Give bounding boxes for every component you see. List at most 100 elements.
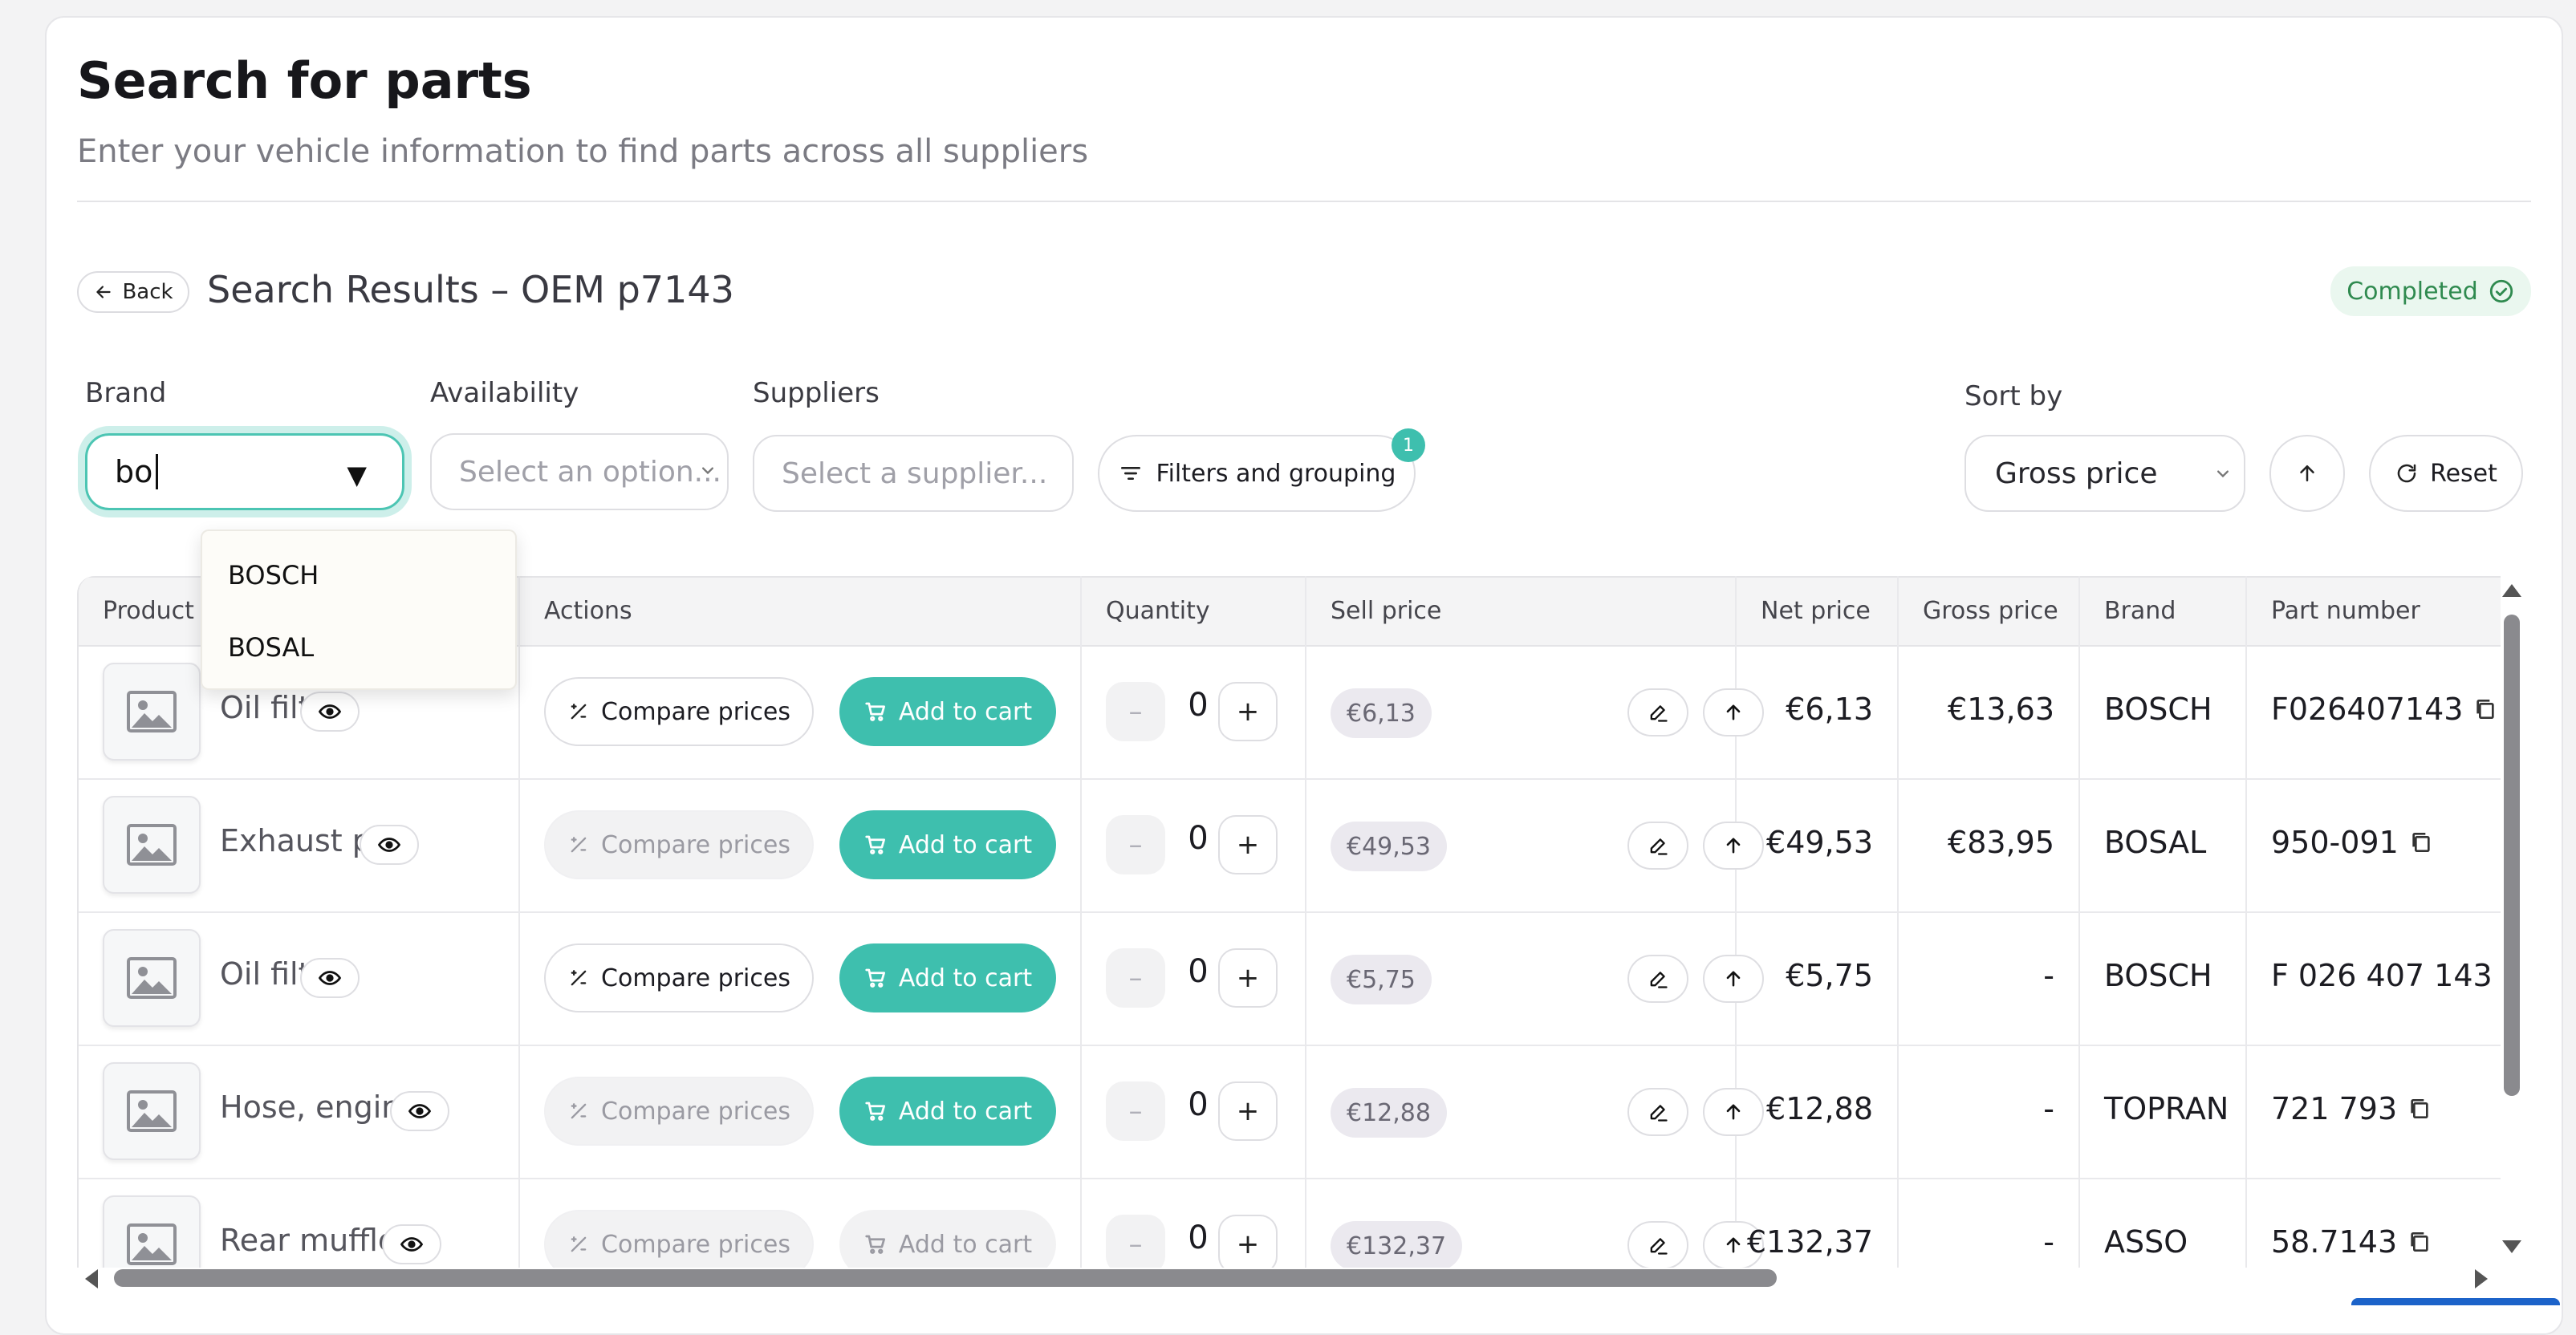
product-thumbnail[interactable]	[103, 663, 201, 761]
arrow-up-icon	[1726, 971, 1741, 987]
brand-name: BOSCH	[2104, 958, 2212, 993]
apply-price-button[interactable]	[1703, 1088, 1764, 1136]
column-header-product[interactable]: Product	[103, 597, 194, 625]
filters-grouping-button[interactable]: Filters and grouping	[1098, 435, 1416, 512]
compare-prices-button[interactable]: Compare prices	[544, 943, 814, 1012]
add-to-cart-button[interactable]: Add to cart	[839, 1077, 1056, 1146]
apply-price-button[interactable]	[1703, 822, 1764, 870]
product-thumbnail[interactable]	[103, 796, 201, 894]
compare-prices-button[interactable]: Compare prices	[544, 1077, 814, 1146]
eye-icon	[408, 1104, 432, 1118]
back-button[interactable]: Back	[77, 271, 189, 313]
edit-sell-price-button[interactable]	[1627, 1088, 1688, 1136]
suppliers-select[interactable]: Select a supplier...	[753, 435, 1074, 512]
text-caret	[156, 454, 159, 489]
quantity-increment-button[interactable]: +	[1218, 1215, 1278, 1268]
scroll-right-arrow-icon[interactable]	[2475, 1269, 2488, 1288]
copy-icon[interactable]	[2407, 1229, 2432, 1255]
apply-price-button[interactable]	[1703, 955, 1764, 1003]
quantity-value[interactable]: 0	[1178, 820, 1218, 857]
image-placeholder-icon	[127, 824, 177, 866]
add-to-cart-button[interactable]: Add to cart	[839, 810, 1056, 879]
quantity-value[interactable]: 0	[1178, 1219, 1218, 1256]
quantity-value[interactable]: 0	[1178, 953, 1218, 990]
quantity-increment-button[interactable]: +	[1218, 1081, 1278, 1141]
vertical-scroll-thumb[interactable]	[2504, 615, 2520, 1096]
compare-prices-button[interactable]: Compare prices	[544, 1210, 814, 1268]
quantity-value[interactable]: 0	[1178, 687, 1218, 724]
percent-icon	[571, 1236, 587, 1252]
net-price: €132,37	[1746, 1224, 1873, 1260]
product-thumbnail[interactable]	[103, 929, 201, 1027]
image-placeholder-icon	[127, 1090, 177, 1132]
chevron-down-icon	[702, 467, 713, 475]
add-to-cart-button[interactable]: Add to cart	[839, 943, 1056, 1012]
copy-icon[interactable]	[2472, 696, 2498, 722]
brand-label: Brand	[85, 377, 167, 409]
product-thumbnail[interactable]	[103, 1195, 201, 1268]
view-details-button[interactable]	[360, 825, 419, 865]
availability-select[interactable]: Select an option...	[430, 433, 729, 510]
pencil-icon	[1650, 1105, 1668, 1122]
dropdown-option-bosal[interactable]: BOSAL	[228, 632, 314, 663]
dropdown-option-bosch[interactable]: BOSCH	[228, 560, 319, 590]
apply-price-button[interactable]	[1703, 688, 1764, 736]
edit-sell-price-button[interactable]	[1627, 955, 1688, 1003]
sort-direction-button[interactable]	[2269, 435, 2345, 512]
column-header-part-number[interactable]: Part number	[2271, 597, 2420, 625]
compare-prices-button[interactable]: Compare prices	[544, 677, 814, 746]
table-row: Rear muffler Compare prices Add to cart …	[79, 1178, 2501, 1268]
quantity-increment-button[interactable]: +	[1218, 948, 1278, 1008]
brand-input-value: bo	[115, 454, 153, 489]
scroll-left-arrow-icon[interactable]	[85, 1269, 98, 1288]
pencil-icon	[1650, 838, 1668, 855]
quantity-decrement-button[interactable]: –	[1106, 815, 1165, 874]
quantity-decrement-button[interactable]: –	[1106, 1081, 1165, 1141]
quantity-decrement-button[interactable]: –	[1106, 682, 1165, 741]
column-header-net-price[interactable]: Net price	[1761, 597, 1871, 625]
view-details-button[interactable]	[300, 692, 360, 732]
compare-prices-button[interactable]: Compare prices	[544, 810, 814, 879]
header-divider	[77, 201, 2531, 202]
add-to-cart-button[interactable]: Add to cart	[839, 677, 1056, 746]
arrow-up-icon	[1726, 704, 1741, 720]
quantity-increment-button[interactable]: +	[1218, 682, 1278, 741]
copy-icon[interactable]	[2407, 1096, 2432, 1122]
sort-select[interactable]: Gross price	[1965, 435, 2245, 512]
view-details-button[interactable]	[390, 1091, 449, 1131]
product-name[interactable]: Rear muffler	[220, 1223, 409, 1258]
quantity-decrement-button[interactable]: –	[1106, 1215, 1165, 1268]
view-details-button[interactable]	[382, 1224, 441, 1264]
bottom-edge-button[interactable]	[2351, 1298, 2560, 1305]
scroll-up-arrow-icon[interactable]	[2502, 584, 2521, 597]
brand-combobox[interactable]: bo ▼	[85, 433, 404, 510]
quantity-increment-button[interactable]: +	[1218, 815, 1278, 874]
cart-icon	[865, 702, 885, 721]
scroll-down-arrow-icon[interactable]	[2502, 1240, 2521, 1253]
add-to-cart-button[interactable]: Add to cart	[839, 1210, 1056, 1268]
column-header-gross-price[interactable]: Gross price	[1923, 597, 2058, 625]
quantity-value[interactable]: 0	[1178, 1086, 1218, 1123]
compare-prices-label: Compare prices	[601, 1097, 790, 1126]
suppliers-placeholder: Select a supplier...	[782, 456, 1048, 490]
horizontal-scroll-thumb[interactable]	[114, 1269, 1777, 1287]
add-to-cart-label: Add to cart	[898, 964, 1033, 992]
edit-sell-price-button[interactable]	[1627, 822, 1688, 870]
arrow-up-icon	[2300, 465, 2314, 481]
part-number-text: 58.7143	[2271, 1224, 2398, 1260]
arrow-up-icon	[1726, 838, 1741, 854]
filters-count-badge: 1	[1392, 428, 1425, 462]
copy-icon[interactable]	[2408, 830, 2434, 855]
view-details-button[interactable]	[300, 958, 360, 998]
edit-sell-price-button[interactable]	[1627, 1221, 1688, 1268]
column-header-brand[interactable]: Brand	[2104, 597, 2176, 625]
part-number: F 026 407 143	[2271, 958, 2501, 993]
edit-sell-price-button[interactable]	[1627, 688, 1688, 736]
reset-button[interactable]: Reset	[2369, 435, 2523, 512]
dropdown-arrow-icon[interactable]: ▼	[347, 460, 367, 490]
chevron-down-icon	[2217, 470, 2229, 478]
column-header-sell-price[interactable]: Sell price	[1331, 597, 1441, 625]
reset-button-label: Reset	[2430, 459, 2497, 488]
product-thumbnail[interactable]	[103, 1062, 201, 1160]
quantity-decrement-button[interactable]: –	[1106, 948, 1165, 1008]
